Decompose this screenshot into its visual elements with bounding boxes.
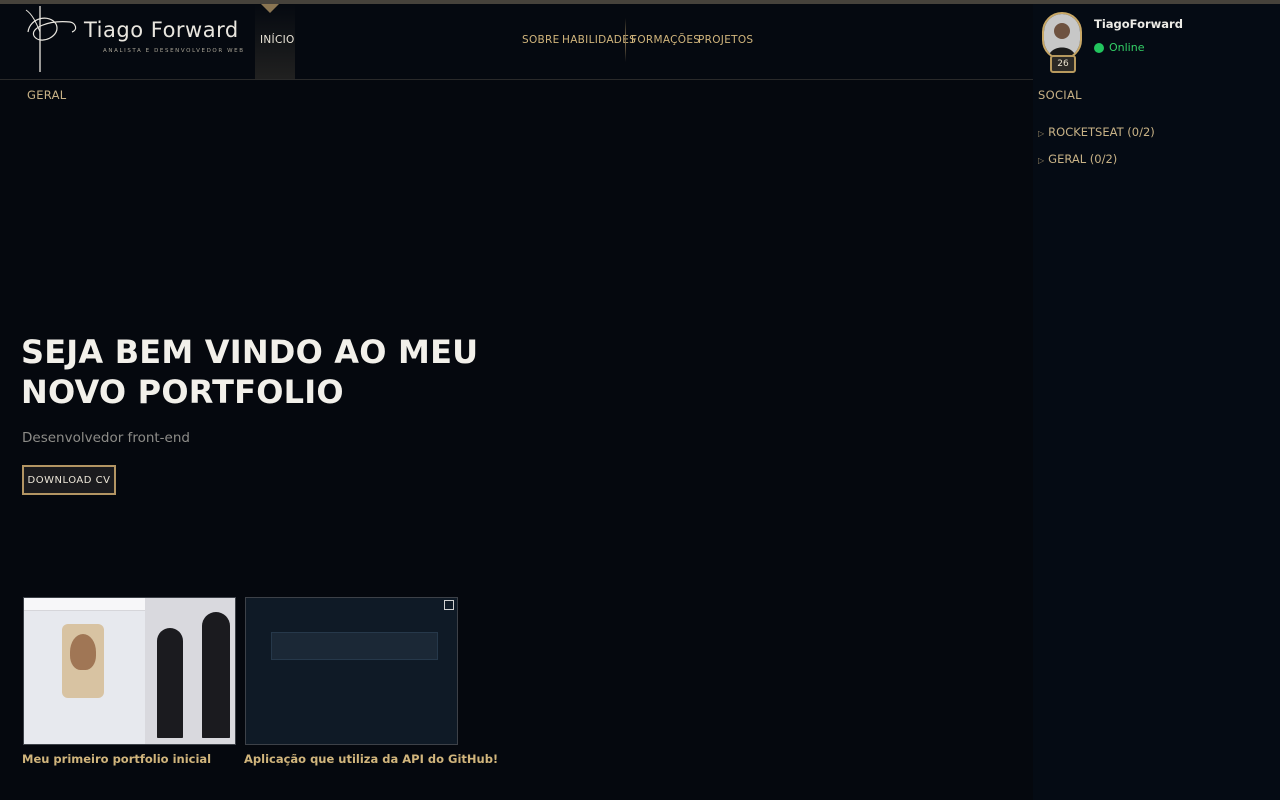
hero-subtitle: Desenvolvedor front-end	[22, 430, 190, 446]
nav-item-sobre[interactable]: SOBRE	[522, 34, 560, 46]
section-social: SOCIAL	[1038, 88, 1082, 102]
project-caption[interactable]: Aplicação que utiliza da API do GitHub!	[244, 752, 498, 766]
project-card-portfolio[interactable]	[23, 597, 236, 745]
social-item-label: GERAL (0/2)	[1048, 152, 1118, 166]
section-geral: GERAL	[27, 88, 67, 102]
avatar-photo	[1044, 14, 1080, 58]
social-item-rocketseat[interactable]: ▷ ROCKETSEAT (0/2)	[1038, 125, 1155, 139]
nav-item-inicio[interactable]: INÍCIO	[260, 34, 295, 46]
download-cv-button[interactable]: DOWNLOAD CV	[22, 465, 116, 495]
external-link-icon[interactable]	[444, 600, 454, 610]
card-preview-topbar	[24, 598, 146, 611]
triangle-right-icon: ▷	[1038, 156, 1045, 165]
online-status: Online	[1109, 41, 1145, 54]
nav-active-caret-icon	[261, 4, 279, 13]
card-preview-figure	[157, 628, 183, 738]
avatar[interactable]	[1042, 12, 1082, 60]
social-item-label: ROCKETSEAT (0/2)	[1048, 125, 1155, 139]
username: TiagoForward	[1094, 17, 1183, 31]
logo-icon[interactable]	[20, 2, 82, 74]
project-caption[interactable]: Meu primeiro portfolio inicial	[22, 752, 211, 766]
triangle-right-icon: ▷	[1038, 129, 1045, 138]
project-card-github-api[interactable]	[245, 597, 458, 745]
level-badge: 26	[1050, 55, 1076, 73]
brand-name[interactable]: Tiago Forward	[84, 18, 239, 42]
nav-divider	[625, 18, 626, 62]
nav-item-projetos[interactable]: PROJETOS	[698, 34, 753, 46]
social-item-geral[interactable]: ▷ GERAL (0/2)	[1038, 152, 1117, 166]
brand-tagline: ANALISTA E DESENVOLVEDOR WEB	[103, 48, 245, 54]
card-preview-figure	[202, 612, 230, 738]
nav-item-formacoes[interactable]: FORMAÇÕES	[631, 34, 700, 46]
card-preview-face	[70, 634, 96, 670]
hero-title: SEJA BEM VINDO AO MEU NOVO PORTFOLIO	[21, 333, 479, 411]
card-preview-panel	[271, 632, 438, 660]
online-status-icon	[1094, 43, 1104, 53]
social-sidebar	[1033, 4, 1280, 800]
